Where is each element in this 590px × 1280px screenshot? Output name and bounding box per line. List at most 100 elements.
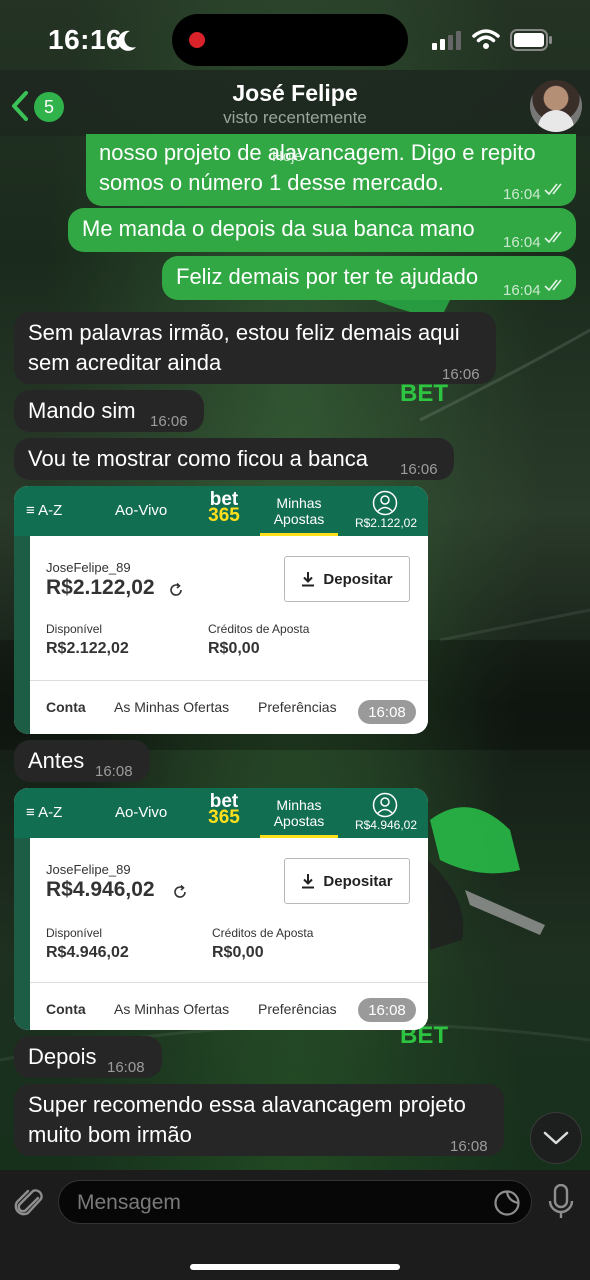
message-time: 16:06 [150,413,188,430]
bet365-az-menu: ≡ A-Z [26,804,63,821]
bet365-sidebar [14,536,30,734]
deposit-button: Depositar [284,858,410,904]
message-outgoing[interactable]: Me manda o depois da sua banca mano 16:0… [68,208,576,252]
bet365-header: ≡ A-Z Ao-Vivo bet 365 Minhas Apostas R$2… [14,486,428,536]
message-text-line: somos o número 1 desse mercado. [99,170,444,195]
moon-icon [118,30,136,51]
deposit-label: Depositar [323,570,393,588]
tab-account: Conta [46,699,86,715]
battery-icon [510,29,552,51]
bet365-logo-bottom: 365 [208,807,240,828]
wifi-icon [472,29,500,49]
bet365-my-bets-line2: Apostas [273,813,325,829]
bet365-my-bets-line2: Apostas [273,511,325,527]
double-check-icon [544,279,562,292]
bet365-logo: bet 365 [202,490,246,526]
message-time: 16:06 [400,461,438,478]
bet365-account-panel: JoseFelipe_89 R$2.122,02 Depositar Dispo… [30,536,428,680]
bet365-live-tab: Ao-Vivo [115,502,168,519]
bet365-logo-bottom: 365 [208,505,240,526]
message-placeholder: Mensagem [77,1191,181,1214]
user-icon [372,792,398,818]
message-incoming[interactable]: Depois 16:08 [14,1036,162,1078]
credits-label: Créditos de Aposta [212,926,314,940]
status-bar: 16:16 [0,0,590,80]
message-time: 16:04 [503,186,541,203]
bet365-logo: bet 365 [202,792,246,828]
deposit-button: Depositar [284,556,410,602]
image-message-bet365-after[interactable]: ≡ A-Z Ao-Vivo bet 365 Minhas Apostas R$4… [14,788,428,1030]
bet365-username: JoseFelipe_89 [46,560,131,575]
available-value: R$2.122,02 [46,640,129,657]
message-incoming[interactable]: Vou te mostrar como ficou a banca 16:06 [14,438,454,480]
bet365-sidebar [14,838,30,1030]
message-time: 16:04 [503,282,541,299]
refresh-icon [170,582,182,596]
message-text: Antes [28,748,85,773]
message-outgoing[interactable]: Feliz demais por ter te ajudado 16:04 [162,256,576,300]
double-check-icon [544,231,562,244]
message-text: Me manda o depois da sua banca mano [82,216,475,241]
contact-last-seen: visto recentemente [223,108,367,127]
refresh-icon [174,884,186,898]
avatar-body [538,110,574,132]
message-text-line: nosso projeto de alavancagem. Digo e rep… [99,140,536,165]
deposit-label: Depositar [323,872,393,890]
clock: 16:16 [48,24,123,55]
message-text: Feliz demais por ter te ajudado [176,264,479,289]
dynamic-island [172,14,408,66]
message-time: 16:08 [358,998,416,1022]
credits-value: R$0,00 [212,944,264,961]
tab-account: Conta [46,1001,86,1017]
message-text-line: muito bom irmão [28,1122,192,1147]
double-check-icon [544,183,562,196]
credits-value: R$0,00 [208,640,260,657]
message-time: 16:08 [95,763,133,780]
bet365-my-bets-tab: Minhas Apostas [264,797,334,829]
user-icon [372,490,398,516]
message-time: 16:06 [442,366,480,383]
message-time: 16:08 [107,1059,145,1076]
message-text: Depois [28,1044,97,1069]
chat-header: 5 José Felipe visto recentemente [0,70,590,136]
message-time: 16:04 [503,234,541,251]
bet365-balance: R$4.946,02 [46,878,155,901]
paperclip-icon[interactable] [14,1184,46,1220]
bet365-az-menu: ≡ A-Z [26,502,63,519]
contact-name[interactable]: José Felipe [0,80,590,107]
tab-preferences: Preferências [258,1001,337,1017]
download-icon [302,572,315,587]
credits-label: Créditos de Aposta [208,622,310,636]
message-text: Mando sim [28,398,136,423]
sticker-icon[interactable] [493,1189,521,1217]
bet365-my-bets-line1: Minhas [276,495,322,511]
message-input-bar: Mensagem [0,1170,590,1280]
available-value: R$4.946,02 [46,944,129,961]
bet365-live-tab: Ao-Vivo [115,804,168,821]
message-input[interactable]: Mensagem [58,1180,532,1224]
message-incoming[interactable]: Antes 16:08 [14,740,150,782]
home-indicator [190,1264,400,1270]
message-incoming[interactable]: Super recomendo essa alavancagem projeto… [14,1084,504,1156]
bet365-header-balance: R$2.122,02 [354,516,418,530]
tab-offers: As Minhas Ofertas [114,1001,230,1017]
available-label: Disponível [46,622,103,636]
scroll-to-bottom-button[interactable] [530,1112,582,1164]
bet365-balance: R$2.122,02 [46,576,155,599]
bet365-username: JoseFelipe_89 [46,862,131,877]
tab-offers: As Minhas Ofertas [114,699,230,715]
bet365-account-panel: JoseFelipe_89 R$4.946,02 Depositar Dispo… [30,838,428,982]
message-time: 16:08 [358,700,416,724]
message-text-line: Super recomendo essa alavancagem projeto [28,1092,466,1117]
avatar[interactable] [530,80,582,132]
recording-dot-icon [189,32,205,48]
message-incoming[interactable]: Sem palavras irmão, estou feliz demais a… [14,312,496,384]
bet365-my-bets-line1: Minhas [276,797,322,813]
message-incoming[interactable]: Mando sim 16:06 [14,390,204,432]
available-label: Disponível [46,926,103,940]
bet365-my-bets-tab: Minhas Apostas [264,495,334,527]
message-outgoing[interactable]: nosso projeto de alavancagem. Digo e rep… [86,134,576,206]
image-message-bet365-before[interactable]: ≡ A-Z Ao-Vivo bet 365 Minhas Apostas R$2… [14,486,428,734]
message-text-line: Sem palavras irmão, estou feliz demais a… [28,320,460,345]
microphone-icon[interactable] [548,1184,574,1220]
